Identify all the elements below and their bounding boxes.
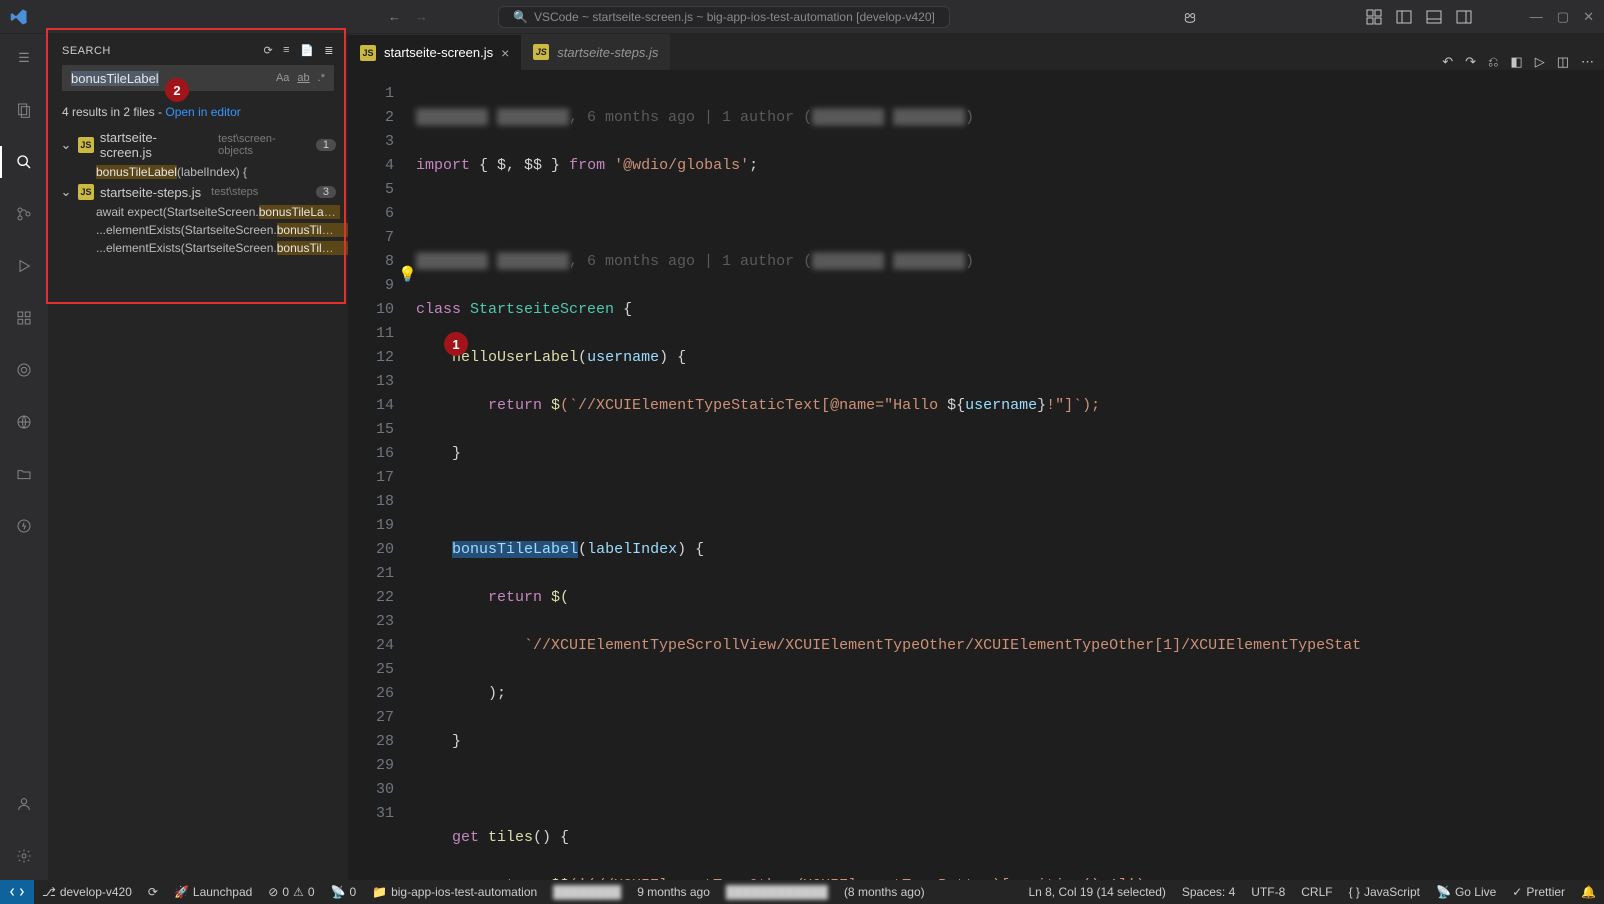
blame-status-2: ████████████ [718,885,836,899]
title-bar: ← → 🔍 VSCode ~ startseite-screen.js ~ bi… [0,0,1604,34]
panel-right-icon[interactable] [1456,9,1472,25]
launchpad-status[interactable]: 🚀 Launchpad [166,885,260,899]
window-close-icon[interactable]: ✕ [1583,9,1594,25]
go-back-icon[interactable]: ↶ [1442,54,1453,70]
remote-indicator[interactable] [0,880,34,904]
tab-inactive[interactable]: JS startseite-steps.js [521,34,670,70]
callout-2: 2 [165,78,189,102]
source-control-icon[interactable] [10,200,38,228]
whole-word[interactable]: ab [297,72,309,84]
port-status[interactable]: 📡 0 [323,885,365,899]
compare-icon[interactable]: ⎌ [1488,54,1498,70]
prettier-status[interactable]: ✓ Prettier [1504,885,1573,899]
panel-left-icon[interactable] [1396,9,1412,25]
search-sidebar: SEARCH ⟳ ≡ 📄 ≣ bonusTileLabel Aa ab .* 4… [48,34,348,880]
search-activity-icon[interactable] [10,148,38,176]
blame-time-1: 9 months ago [629,885,718,899]
sidebar-title: SEARCH [62,45,111,57]
window-minimize-icon[interactable]: — [1530,9,1543,24]
indentation[interactable]: Spaces: 4 [1174,885,1243,899]
result-file[interactable]: ⌄ JS startseite-steps.js test\steps 3 [48,181,348,203]
js-file-icon: JS [78,137,94,153]
code-editor[interactable]: 1234567891011121314151617181920212223242… [348,70,1604,880]
branch-status[interactable]: ⎇ develop-v420 [34,885,140,899]
remote-icon[interactable] [10,408,38,436]
nav-back-icon[interactable]: ← [388,9,401,24]
problems-status[interactable]: ⊘ 0 ⚠ 0 [260,885,322,899]
nav-forward-icon[interactable]: → [415,9,428,24]
power-icon[interactable] [10,512,38,540]
go-live[interactable]: 📡 Go Live [1428,885,1504,899]
status-bar: ⎇ develop-v420 ⟳ 🚀 Launchpad ⊘ 0 ⚠ 0 📡 0… [0,880,1604,904]
close-tab-icon[interactable]: × [501,45,509,61]
window-maximize-icon[interactable]: ▢ [1557,9,1569,25]
open-in-editor-link[interactable]: Open in editor [165,105,240,119]
panel-bottom-icon[interactable] [1426,9,1442,25]
js-file-icon: JS [360,45,376,61]
extensions-icon[interactable] [10,304,38,332]
result-line[interactable]: ...elementExists(StartseiteScreen.bonusT… [48,221,348,239]
copilot-icon[interactable] [1182,9,1198,25]
result-line[interactable]: await expect(StartseiteScreen.bonusTileL… [48,203,348,221]
lightbulb-icon[interactable]: 💡 [398,265,417,284]
code-content[interactable]: ████████ ████████, 6 months ago | 1 auth… [408,70,1604,880]
tab-active[interactable]: JS startseite-screen.js × [348,34,521,70]
settings-gear-icon[interactable] [10,842,38,870]
chevron-down-icon: ⌄ [60,137,72,153]
js-file-icon: JS [533,44,549,60]
activity-bar: ☰ [0,34,48,880]
eol[interactable]: CRLF [1293,885,1340,899]
nav-buttons: ← → [388,9,428,24]
new-file-icon[interactable]: 📄 [300,44,314,57]
split-icon[interactable]: ◫ [1557,54,1569,70]
collapse-icon[interactable]: ≣ [324,44,334,57]
go-forward-icon[interactable]: ↷ [1465,54,1476,70]
folder-icon[interactable] [10,460,38,488]
refresh-icon[interactable]: ⟳ [263,44,273,57]
tab-bar: JS startseite-screen.js × JS startseite-… [348,34,1604,70]
sync-status[interactable]: ⟳ [140,885,166,899]
more-icon[interactable]: ⋯ [1581,54,1594,70]
chevron-down-icon: ⌄ [60,184,72,200]
testing-icon[interactable] [10,356,38,384]
language-mode[interactable]: { } JavaScript [1341,885,1428,899]
window-title: VSCode ~ startseite-screen.js ~ big-app-… [534,10,935,24]
js-file-icon: JS [78,184,94,200]
match-case[interactable]: Aa [276,72,289,84]
project-status[interactable]: 📁 big-app-ios-test-automation [364,885,545,899]
result-line[interactable]: bonusTileLabel(labelIndex) { [48,163,348,181]
command-center[interactable]: 🔍 VSCode ~ startseite-screen.js ~ big-ap… [498,6,950,28]
regex[interactable]: .* [318,72,325,84]
account-icon[interactable] [10,790,38,818]
search-summary: 4 results in 2 files - Open in editor [48,97,348,127]
run-debug-icon[interactable] [10,252,38,280]
notifications-icon[interactable]: 🔔 [1573,885,1604,899]
result-line[interactable]: ...elementExists(StartseiteScreen.bonusT… [48,239,348,257]
search-input[interactable]: bonusTileLabel Aa ab .* [62,65,334,91]
menu-icon[interactable]: ☰ [10,44,38,72]
editor-actions: ↶ ↷ ⎌ ◧ ▷ ◫ ⋯ [1442,54,1594,70]
play-icon[interactable]: ▷ [1535,54,1545,70]
explorer-icon[interactable] [10,96,38,124]
clear-icon[interactable]: ≡ [283,44,290,57]
search-query: bonusTileLabel [71,71,159,86]
blame-time-2: (8 months ago) [836,885,933,899]
line-numbers: 1234567891011121314151617181920212223242… [348,70,408,880]
cursor-position[interactable]: Ln 8, Col 19 (14 selected) [1020,885,1173,899]
vscode-logo-icon [10,8,28,26]
search-icon: 🔍 [513,10,528,24]
result-file[interactable]: ⌄ JS startseite-screen.js test\screen-ob… [48,127,348,163]
editor-group: JS startseite-screen.js × JS startseite-… [348,34,1604,880]
timeline-icon[interactable]: ◧ [1510,54,1522,70]
blame-status-1: ████████ [545,885,629,899]
callout-1: 1 [444,332,468,356]
layout-customize-icon[interactable] [1366,9,1382,25]
encoding[interactable]: UTF-8 [1243,885,1293,899]
